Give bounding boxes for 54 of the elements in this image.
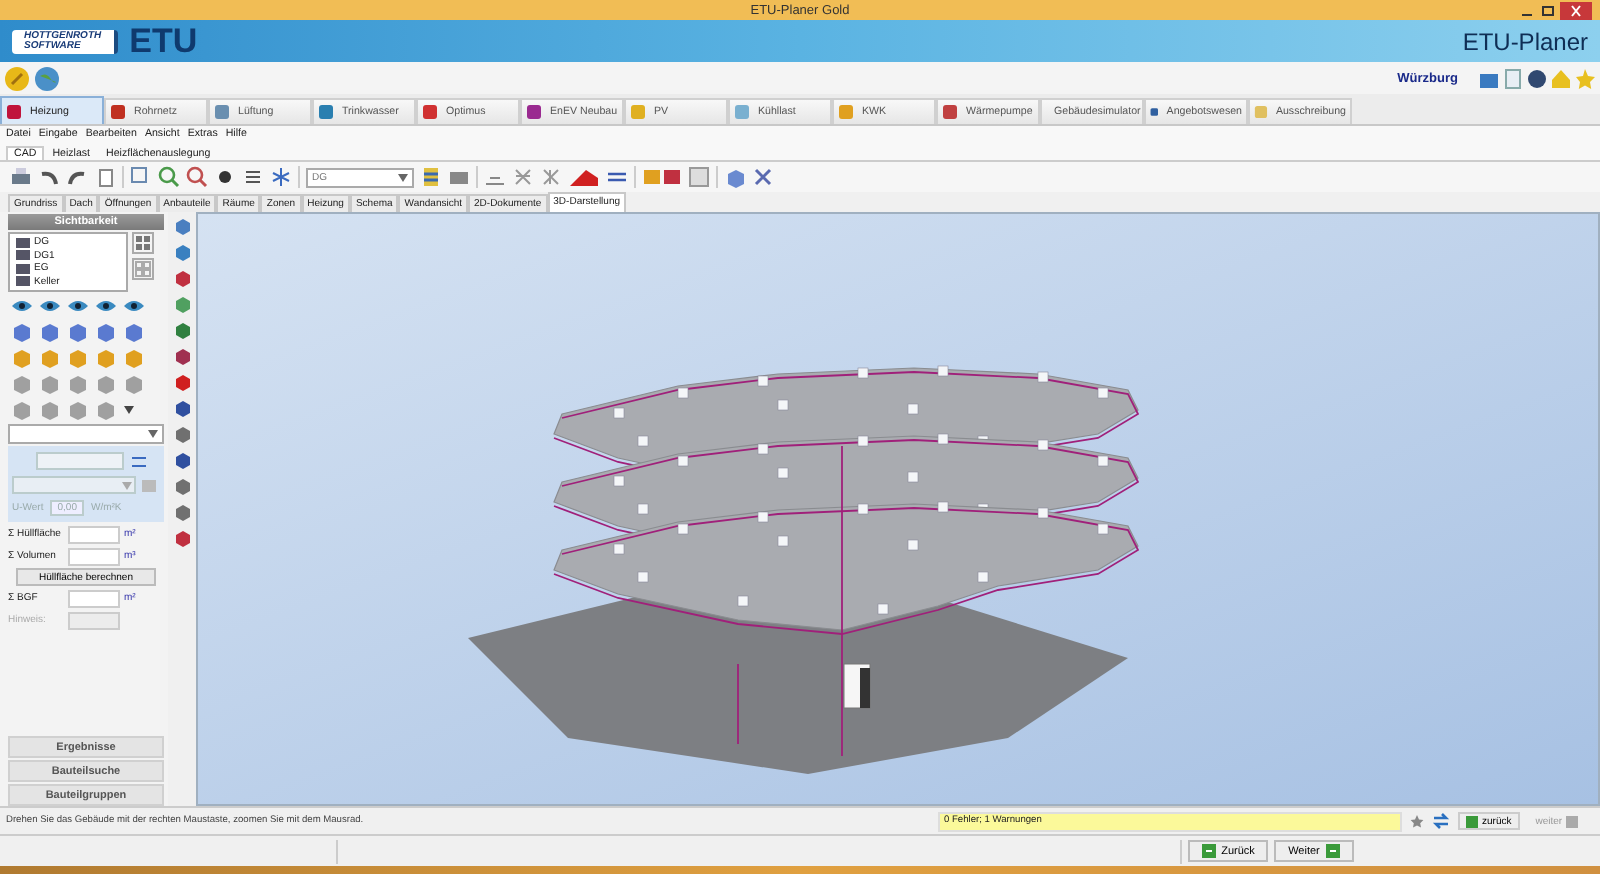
square-icon: [838, 104, 854, 120]
layers-icon[interactable]: [420, 166, 442, 188]
close-icon[interactable]: [1560, 1, 1592, 19]
zoom-in-icon[interactable]: [158, 166, 180, 188]
input-field[interactable]: [68, 547, 120, 565]
view-3d-icon[interactable]: [642, 166, 682, 188]
square-icon: [6, 103, 22, 119]
grid-icon[interactable]: [540, 166, 562, 188]
star-icon[interactable]: [1574, 67, 1596, 89]
eye-icon[interactable]: [96, 298, 116, 314]
square-icon: [630, 104, 646, 120]
undo-icon[interactable]: [38, 166, 60, 188]
cursor-icon[interactable]: [752, 166, 774, 188]
roof-icon[interactable]: [568, 166, 600, 188]
globe-icon[interactable]: [1526, 67, 1548, 89]
square-icon: [318, 104, 334, 120]
snowflake-icon[interactable]: [270, 166, 292, 188]
zoom-out-icon[interactable]: [186, 166, 208, 188]
input-field[interactable]: [68, 589, 120, 607]
product-name: ETU-Planer: [1462, 27, 1588, 55]
square-icon: [734, 104, 750, 120]
caret-icon[interactable]: [124, 406, 134, 414]
zoom-window-icon[interactable]: [130, 166, 152, 188]
square-icon: [526, 104, 542, 120]
dropdown[interactable]: [8, 424, 164, 444]
check-all-icon[interactable]: [132, 232, 154, 254]
maximize-icon[interactable]: [1540, 3, 1556, 17]
caret-icon: [122, 481, 132, 489]
page-icon[interactable]: [94, 166, 116, 188]
eye-icon[interactable]: [40, 298, 60, 314]
3d-viewport[interactable]: [196, 212, 1600, 806]
text-field[interactable]: [36, 452, 124, 470]
pin-icon[interactable]: [1410, 814, 1424, 828]
eye-icon[interactable]: [12, 298, 32, 314]
redo-icon[interactable]: [66, 166, 88, 188]
product-logo: ETU: [129, 21, 198, 61]
coin-icon[interactable]: [4, 65, 30, 91]
refresh-icon[interactable]: [1432, 812, 1450, 830]
square-icon: [110, 104, 126, 120]
square-icon: [1254, 104, 1268, 120]
table-icon[interactable]: [688, 166, 710, 188]
square-icon: [214, 104, 230, 120]
square-icon: [942, 104, 958, 120]
input-field[interactable]: [68, 611, 120, 629]
square-icon: [422, 104, 438, 120]
caret-icon: [148, 430, 158, 438]
printer-icon[interactable]: [10, 166, 32, 188]
uncheck-all-icon[interactable]: [132, 258, 154, 280]
grid-icon[interactable]: [512, 166, 534, 188]
eye-icon[interactable]: [68, 298, 88, 314]
eye-icon[interactable]: [124, 298, 144, 314]
caret-icon: [398, 173, 408, 181]
square-icon: [1150, 104, 1159, 120]
input-field[interactable]: [68, 525, 120, 543]
